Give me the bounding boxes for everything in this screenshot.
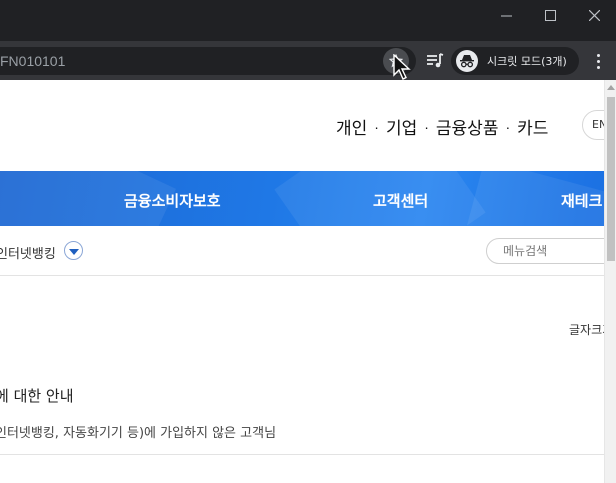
mouse-cursor-icon	[393, 54, 411, 80]
scroll-up-arrow-icon[interactable]	[607, 85, 615, 90]
font-size-control[interactable]: 글자크기	[569, 321, 604, 338]
chevron-down-icon	[68, 248, 79, 255]
maximize-icon	[544, 10, 556, 21]
sub-nav-bar: 인터넷뱅킹 메뉴검색	[0, 226, 604, 276]
gnb-customer-center[interactable]: 고객센터	[373, 190, 428, 211]
content-divider	[0, 454, 604, 455]
top-nav-separator: ·	[374, 118, 379, 135]
maximize-button[interactable]	[528, 0, 572, 31]
minimize-icon	[500, 15, 512, 17]
top-nav-separator: ·	[424, 118, 429, 135]
close-icon	[588, 10, 600, 21]
web-page: 개인 · 기업 · 금융상품 · 카드 EN 금융소비자보호 고객센터 재테크 …	[0, 80, 604, 483]
incognito-label: 시크릿 모드(3개)	[487, 55, 567, 68]
top-nav-corporate[interactable]: 기업	[386, 114, 417, 139]
incognito-icon	[456, 50, 478, 72]
browser-menu-button[interactable]	[588, 50, 608, 72]
global-nav-bar: 금융소비자보호 고객센터 재테크	[0, 171, 604, 226]
incognito-profile-button[interactable]: 시크릿 모드(3개)	[451, 47, 579, 75]
top-nav: 개인 · 기업 · 금융상품 · 카드	[336, 114, 548, 139]
top-nav-products[interactable]: 금융상품	[436, 114, 499, 139]
menu-search-input[interactable]: 메뉴검색	[486, 238, 604, 264]
top-nav-card[interactable]: 카드	[517, 114, 548, 139]
vertical-scrollbar[interactable]	[604, 80, 616, 483]
notice-description: 인터넷뱅킹, 자동화기기 등)에 가입하지 않은 고객님	[0, 426, 277, 441]
more-vert-icon	[596, 53, 600, 57]
gnb-consumer-protection[interactable]: 금융소비자보호	[124, 190, 221, 211]
language-button[interactable]: EN	[582, 110, 604, 140]
gnb-wealth-management[interactable]: 재테크	[561, 190, 602, 211]
top-nav-separator: ·	[505, 118, 511, 135]
breadcrumb-dropdown-button[interactable]	[64, 241, 83, 260]
top-nav-personal[interactable]: 개인	[336, 114, 367, 139]
media-queue-icon	[427, 53, 444, 68]
browser-titlebar	[0, 0, 616, 41]
notice-title: 에 대한 안내	[0, 387, 74, 405]
media-control-button[interactable]	[424, 50, 446, 72]
address-bar-url[interactable]: FN010101	[0, 53, 65, 69]
close-button[interactable]	[572, 0, 616, 31]
scrollbar-thumb[interactable]	[607, 97, 615, 261]
breadcrumb-title: 인터넷뱅킹	[0, 247, 56, 262]
minimize-button[interactable]	[484, 0, 528, 31]
